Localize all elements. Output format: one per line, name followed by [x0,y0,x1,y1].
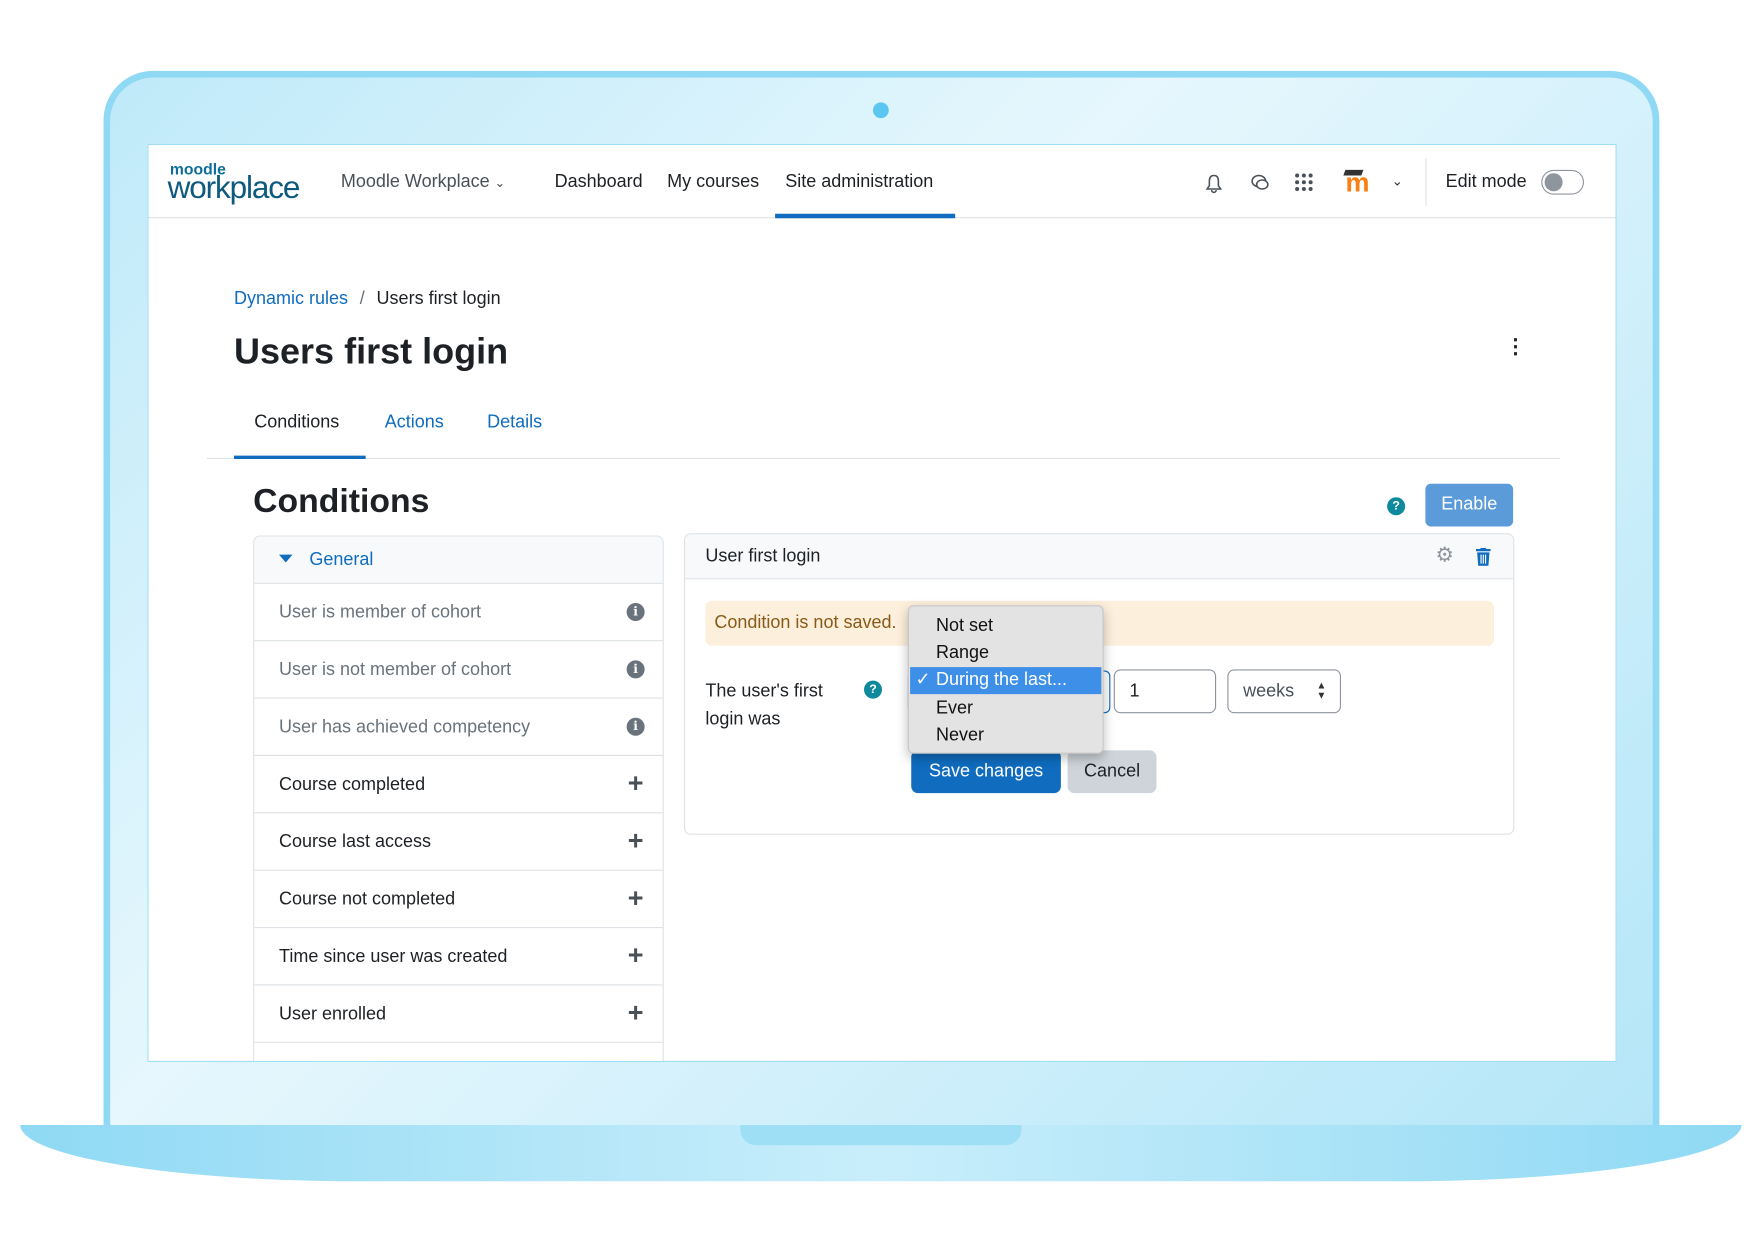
messages-icon[interactable] [1249,173,1272,193]
nav-site-administration[interactable]: Site administration [785,172,933,192]
laptop-notch [740,1125,1022,1146]
help-icon[interactable]: ? [1387,497,1406,516]
nav-dashboard[interactable]: Dashboard [555,172,643,192]
info-icon[interactable]: i [626,603,645,621]
list-item[interactable]: Time since user was created + [254,927,663,984]
info-icon[interactable]: i [626,717,645,736]
list-item: User is member of cohort i [254,582,663,640]
enable-button[interactable]: Enable [1425,483,1514,527]
list-item-label: Course completed [279,775,426,795]
unit-select-value: weeks [1243,681,1295,701]
avatar-cap-icon [1343,169,1364,176]
list-item-label: Course last access [279,832,432,852]
group-general[interactable]: General [254,536,663,583]
camera-dot [873,102,889,119]
info-icon[interactable]: i [626,660,645,679]
option-not-set[interactable]: Not set [910,613,1101,640]
save-changes-button[interactable]: Save changes [911,750,1061,794]
amount-input[interactable]: 1 [1113,669,1217,714]
first-login-label: The user's first login was [705,677,822,733]
screen: moodle workplace Moodle Workplace ⌄ Dash… [147,144,1617,1062]
conditions-heading: Conditions [253,482,430,520]
plus-icon[interactable]: + [627,885,645,912]
page-title: Users first login [234,330,509,372]
bell-icon[interactable] [1205,173,1223,194]
tabs-divider [207,457,1561,459]
active-nav-indicator [775,213,956,219]
option-during-the-last[interactable]: ✓ During the last... [910,667,1102,695]
workplace-menu[interactable]: Moodle Workplace ⌄ [341,172,505,192]
first-login-dropdown: Not set Range ✓ During the last... Ever N… [907,605,1104,754]
navbar: moodle workplace Moodle Workplace ⌄ Dash… [148,145,1616,219]
condition-card-header: User first login ⚙ [685,534,1514,580]
list-item[interactable]: Course last access + [254,812,663,869]
option-during-the-last-label: During the last... [936,670,1068,690]
breadcrumb-dynamic-rules[interactable]: Dynamic rules [234,289,348,308]
list-item: User is not member of cohort i [254,640,663,697]
list-item-label: Course not completed [279,889,456,909]
logo-workplace: workplace [167,169,301,205]
option-never[interactable]: Never [910,722,1101,749]
tab-actions[interactable]: Actions [385,413,444,433]
workplace-menu-label: Moodle Workplace [340,172,490,192]
first-login-label-line2: login was [705,709,781,729]
plus-icon[interactable]: + [627,770,645,797]
list-item-label: User has achieved competency [279,717,531,737]
trash-icon[interactable] [1476,547,1491,566]
option-range[interactable]: Range [910,640,1101,667]
condition-card-title: User first login [705,546,821,566]
apps-grid-icon[interactable] [1295,173,1313,192]
list-item-label: Time since user was created [279,947,508,967]
plus-icon[interactable]: + [627,827,645,854]
breadcrumb-current: Users first login [376,289,501,309]
list-item[interactable]: Course not completed + [254,869,663,927]
kebab-menu-icon[interactable]: ⋮ [1505,336,1525,356]
nav-my-courses[interactable]: My courses [667,172,759,192]
edit-mode-label: Edit mode [1445,172,1527,192]
select-arrows-icon: ▲ ▼ [1316,679,1327,701]
field-help-icon[interactable]: ? [864,680,882,699]
cancel-button[interactable]: Cancel [1067,750,1157,794]
user-menu-chevron-icon[interactable]: ⌄ [1392,173,1403,189]
plus-icon[interactable]: + [627,1000,645,1027]
option-ever[interactable]: Ever [910,695,1101,722]
plus-icon[interactable]: + [627,942,645,969]
chevron-down-icon: ⌄ [494,176,506,191]
group-general-label: General [309,550,374,570]
logo[interactable]: moodle workplace [167,161,301,205]
conditions-list: General User is member of cohort i User i… [253,535,664,1061]
list-item: User has achieved competency i [254,697,663,755]
list-item[interactable] [254,1041,663,1061]
unit-select[interactable]: weeks ▲ ▼ [1227,669,1341,714]
breadcrumb: Dynamic rules / Users first login [234,289,501,309]
gear-icon[interactable]: ⚙ [1436,543,1454,567]
checkmark-icon: ✓ [915,670,931,690]
edit-mode-toggle[interactable] [1541,169,1584,195]
tab-details[interactable]: Details [487,413,542,433]
list-item-label: User is not member of cohort [279,660,512,680]
list-item-label: User enrolled [279,1004,387,1024]
nav-divider [1425,158,1427,206]
breadcrumb-separator: / [359,289,365,309]
first-login-label-line1: The user's first [705,681,823,701]
list-item-label: User is member of cohort [279,603,482,623]
caret-down-icon [279,554,293,563]
active-tab-indicator [234,455,366,459]
list-item[interactable]: User enrolled + [254,984,663,1041]
tab-conditions[interactable]: Conditions [254,413,339,433]
list-item[interactable]: Course completed + [254,754,663,812]
